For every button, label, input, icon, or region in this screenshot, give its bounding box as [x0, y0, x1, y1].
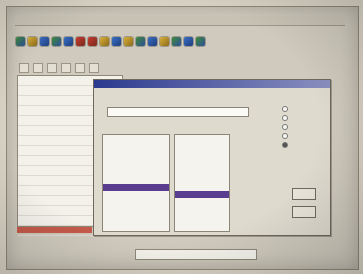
tool-icon[interactable]	[40, 36, 49, 46]
tool-icon[interactable]	[160, 36, 169, 46]
dialog	[93, 79, 331, 236]
tool-icon[interactable]	[88, 36, 97, 46]
ok-button[interactable]	[292, 188, 316, 200]
list-item[interactable]	[103, 170, 169, 177]
radio-button[interactable]	[282, 114, 288, 121]
tab[interactable]	[89, 63, 99, 73]
radio-option[interactable]	[282, 131, 326, 140]
list-item[interactable]	[175, 212, 229, 219]
list-item[interactable]	[103, 135, 169, 142]
tool-icon[interactable]	[112, 36, 121, 46]
toolbar	[16, 34, 266, 48]
tool-icon[interactable]	[184, 36, 193, 46]
radio-button[interactable]	[282, 132, 288, 139]
list-item[interactable]	[175, 135, 229, 142]
list-item[interactable]	[103, 149, 169, 156]
radio-option[interactable]	[282, 140, 326, 149]
list-item[interactable]	[175, 156, 229, 163]
tool-icon[interactable]	[196, 36, 205, 46]
list-item[interactable]	[103, 212, 169, 219]
list-item[interactable]	[103, 156, 169, 163]
list-item[interactable]	[175, 163, 229, 170]
tab-strip	[19, 63, 259, 73]
tool-icon[interactable]	[172, 36, 181, 46]
list-item[interactable]	[103, 163, 169, 170]
tab[interactable]	[61, 63, 71, 73]
radio-button[interactable]	[282, 105, 288, 112]
tool-icon[interactable]	[124, 36, 133, 46]
list-item[interactable]	[175, 198, 229, 205]
tool-icon[interactable]	[28, 36, 37, 46]
dialog-title	[94, 80, 330, 88]
list-item[interactable]	[175, 149, 229, 156]
tool-icon[interactable]	[64, 36, 73, 46]
list-item[interactable]	[103, 184, 169, 191]
screen	[6, 6, 359, 270]
list-item[interactable]	[103, 191, 169, 198]
radio-option[interactable]	[282, 113, 326, 122]
name-input[interactable]	[107, 107, 249, 117]
options-group	[282, 104, 326, 149]
list-item[interactable]	[175, 177, 229, 184]
list-item[interactable]	[175, 184, 229, 191]
cancel-button[interactable]	[292, 206, 316, 218]
list-item[interactable]	[103, 205, 169, 212]
tool-icon[interactable]	[100, 36, 109, 46]
list-item[interactable]	[175, 142, 229, 149]
tool-icon[interactable]	[76, 36, 85, 46]
list-item[interactable]	[175, 205, 229, 212]
title-bar	[15, 16, 345, 26]
tool-icon[interactable]	[16, 36, 25, 46]
tab[interactable]	[75, 63, 85, 73]
path-field[interactable]	[135, 249, 257, 260]
radio-option[interactable]	[282, 122, 326, 131]
tab[interactable]	[33, 63, 43, 73]
list-item[interactable]	[103, 142, 169, 149]
tool-icon[interactable]	[52, 36, 61, 46]
list-item[interactable]	[103, 219, 169, 226]
list-item[interactable]	[175, 191, 229, 198]
list-a[interactable]	[102, 134, 170, 232]
tab[interactable]	[47, 63, 57, 73]
list-item[interactable]	[103, 177, 169, 184]
tool-icon[interactable]	[136, 36, 145, 46]
list-b[interactable]	[174, 134, 230, 232]
radio-button[interactable]	[282, 141, 288, 148]
list-item[interactable]	[103, 198, 169, 205]
tool-icon[interactable]	[148, 36, 157, 46]
list-item[interactable]	[175, 170, 229, 177]
path-text	[136, 262, 139, 267]
radio-button[interactable]	[282, 123, 288, 130]
progress-bar	[17, 227, 92, 233]
radio-option[interactable]	[282, 104, 326, 113]
list-item[interactable]	[175, 219, 229, 226]
tab[interactable]	[19, 63, 29, 73]
